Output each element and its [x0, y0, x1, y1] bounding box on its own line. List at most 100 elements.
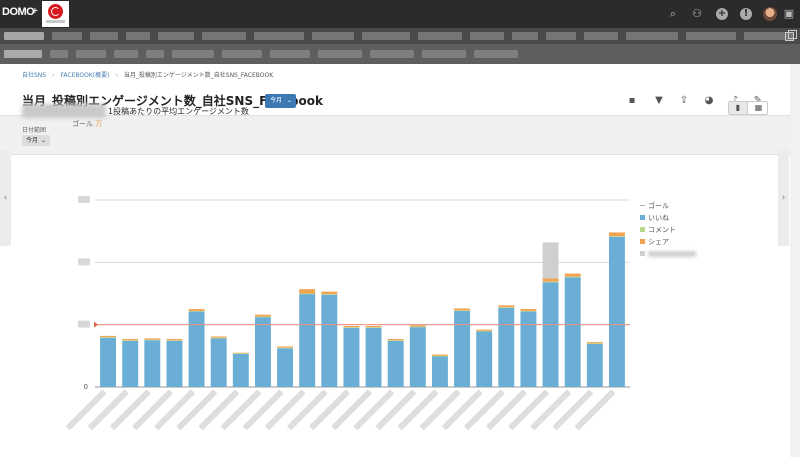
bar-likes — [608, 236, 625, 387]
redacted-tick-label — [78, 196, 90, 203]
bar-likes — [210, 338, 227, 387]
bar-likes — [586, 343, 603, 387]
redacted-legend-label — [648, 251, 696, 257]
bar-shares — [277, 346, 294, 348]
legend-item-shares[interactable]: シェア — [640, 236, 696, 248]
bar-likes — [100, 337, 117, 387]
bar-likes — [254, 317, 271, 387]
bar-comments — [454, 310, 471, 311]
bar-shares — [564, 273, 581, 277]
bar-shares — [586, 342, 603, 344]
bar-shares — [254, 314, 271, 317]
bar-shares — [608, 232, 625, 237]
bar-shares — [387, 339, 404, 341]
redacted-x-tick-label — [353, 389, 394, 430]
legend-label: シェア — [648, 238, 669, 246]
bar-likes — [387, 340, 404, 387]
bar-comments — [498, 307, 515, 308]
bar-comments — [586, 343, 603, 344]
redacted-x-tick-label — [552, 389, 593, 430]
redacted-x-tick-label — [287, 389, 328, 430]
redacted-x-tick-label — [176, 389, 217, 430]
bar-shares — [431, 354, 448, 356]
bar-likes — [498, 307, 515, 387]
redacted-x-tick-label — [508, 389, 549, 430]
bar-likes — [321, 294, 338, 387]
bar-shares — [299, 289, 316, 294]
redacted-x-tick-label — [574, 389, 616, 430]
bar-shares — [100, 335, 117, 338]
bar-comments — [343, 327, 360, 328]
legend-item-goal[interactable]: ゴール — [640, 200, 696, 212]
redacted-x-tick-label — [442, 389, 483, 430]
bar-shares — [188, 309, 205, 311]
redacted-tick-label — [78, 258, 90, 266]
bar-shares — [520, 309, 537, 311]
bar-shares — [542, 278, 559, 282]
bar-shares — [210, 336, 227, 338]
bar-comments — [299, 293, 316, 295]
bar-shares — [365, 325, 382, 328]
legend-item-redacted[interactable] — [640, 248, 696, 260]
bar-comments — [277, 347, 294, 349]
bar-shares — [498, 305, 515, 308]
redacted-x-tick-label — [220, 389, 262, 430]
bar-shares — [166, 339, 183, 341]
bar-shares — [122, 339, 139, 341]
bar-comments — [100, 337, 117, 338]
bar-shares — [232, 352, 249, 354]
bar-comments — [387, 340, 404, 341]
bar-comments — [431, 355, 448, 357]
bar-likes — [166, 340, 183, 387]
bar-comments — [188, 310, 205, 312]
bar-likes — [542, 282, 559, 387]
bar-shares — [321, 291, 338, 295]
bar-comments — [542, 281, 559, 283]
redacted-x-tick-label — [420, 389, 461, 430]
bar-likes — [409, 327, 426, 387]
redacted-x-tick-label — [132, 389, 173, 430]
bar-comments — [210, 337, 227, 339]
bar-comments — [254, 316, 271, 318]
bar-likes — [299, 294, 316, 387]
legend-item-likes[interactable]: いいね — [640, 212, 696, 224]
redacted-x-tick-label — [331, 389, 372, 430]
bar-likes — [365, 327, 382, 387]
bar-comments — [365, 327, 382, 328]
redacted-x-tick-label — [530, 389, 571, 430]
bar-shares — [409, 325, 426, 327]
redacted-x-tick-label — [88, 389, 129, 430]
redacted-x-tick-label — [309, 389, 350, 430]
bar-comments — [166, 340, 183, 341]
bar-likes — [564, 277, 581, 387]
redacted-x-tick-label — [154, 389, 195, 430]
bar-likes — [476, 331, 493, 387]
bar-likes — [454, 310, 471, 387]
redacted-x-tick-label — [464, 389, 505, 430]
legend-label: いいね — [648, 214, 669, 222]
bar-other — [542, 242, 559, 279]
bar-comments — [232, 353, 249, 354]
legend-item-comments[interactable]: コメント — [640, 224, 696, 236]
bar-shares — [343, 325, 360, 328]
redacted-x-tick-label — [198, 389, 239, 430]
y-tick-label: 0 — [84, 383, 88, 391]
redacted-x-tick-label — [375, 389, 416, 430]
legend-label: ゴール — [648, 202, 669, 210]
bar-likes — [277, 348, 294, 387]
bar-shares — [476, 329, 493, 331]
goal-marker — [94, 321, 98, 328]
redacted-x-tick-label — [265, 389, 306, 430]
bar-comments — [520, 310, 537, 312]
bar-likes — [188, 311, 205, 387]
bar-shares — [454, 308, 471, 311]
redacted-x-tick-label — [110, 389, 151, 430]
bar-likes — [144, 340, 161, 387]
bar-likes — [343, 327, 360, 387]
bar-comments — [476, 330, 493, 332]
bar-comments — [409, 326, 426, 328]
bar-comments — [321, 294, 338, 295]
legend-label: コメント — [648, 226, 676, 234]
bar-likes — [122, 340, 139, 387]
bar-comments — [122, 340, 139, 341]
